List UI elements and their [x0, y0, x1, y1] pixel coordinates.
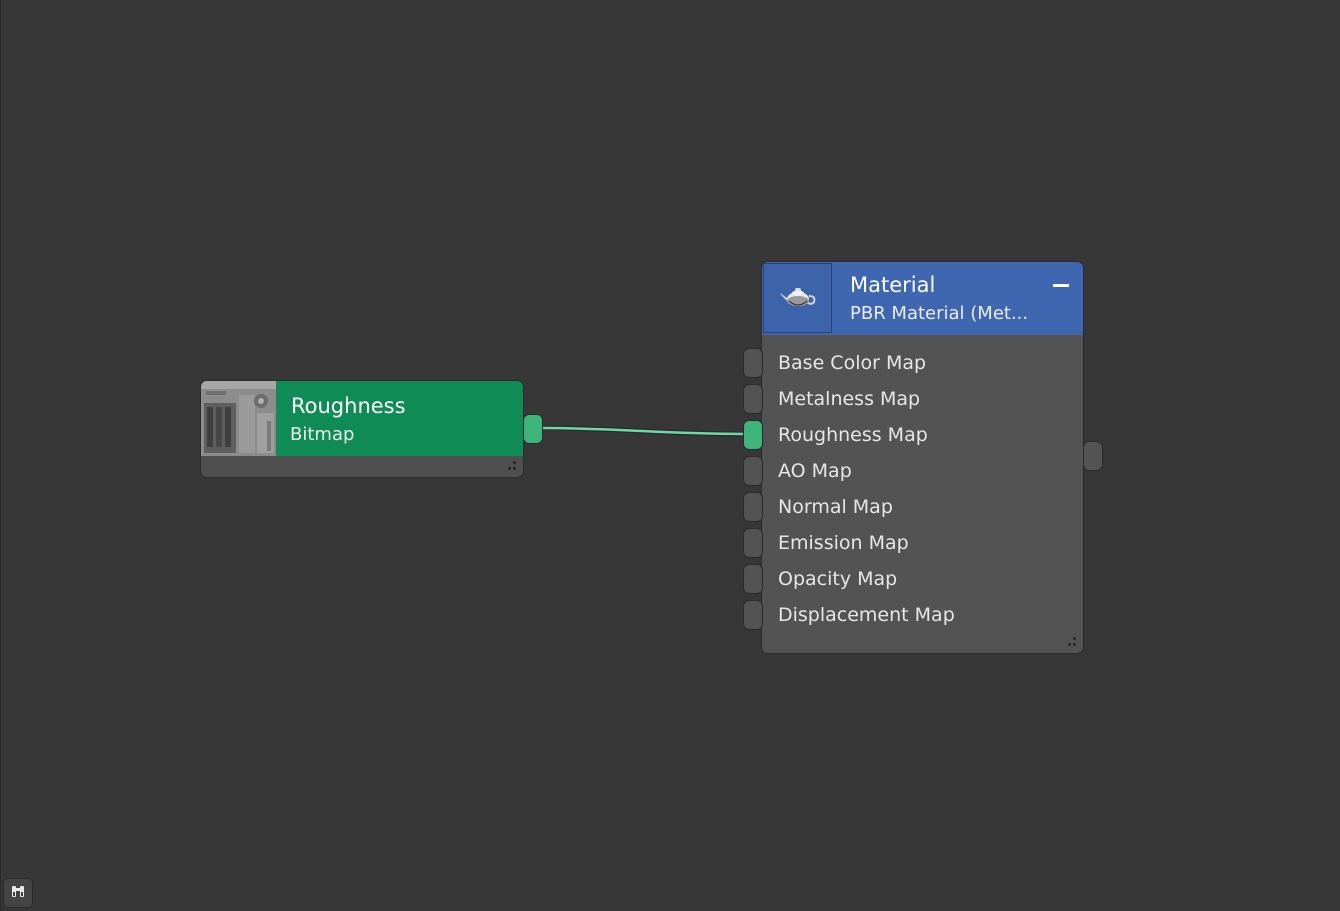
resize-grip-icon[interactable]	[1066, 637, 1078, 649]
bitmap-node-header[interactable]: Roughness Bitmap	[201, 381, 523, 456]
input-port-base-color-map[interactable]	[744, 349, 762, 377]
bitmap-node[interactable]: Roughness Bitmap	[201, 381, 523, 477]
input-port-emission-map[interactable]	[744, 529, 762, 557]
bitmap-output-port[interactable]	[524, 415, 542, 443]
slot-label-displacement-map: Displacement Map	[778, 604, 955, 626]
material-node-title: Material	[850, 273, 936, 297]
slot-label-roughness-map: Roughness Map	[778, 424, 928, 446]
input-port-metalness-map[interactable]	[744, 385, 762, 413]
slot-label-normal-map: Normal Map	[778, 496, 893, 518]
input-port-displacement-map[interactable]	[744, 601, 762, 629]
resize-grip-icon[interactable]	[506, 461, 518, 473]
input-port-opacity-map[interactable]	[744, 565, 762, 593]
bitmap-node-title: Roughness	[291, 394, 406, 418]
material-node-subtitle: PBR Material (Met...	[850, 303, 1029, 324]
input-port-ao-map[interactable]	[744, 457, 762, 485]
teapot-icon	[763, 263, 832, 333]
input-port-normal-map[interactable]	[744, 493, 762, 521]
canvas-border	[0, 0, 1, 911]
slot-label-metalness-map: Metalness Map	[778, 388, 921, 410]
texture-thumbnail	[201, 381, 276, 456]
binoculars-icon	[10, 883, 26, 904]
input-port-roughness-map[interactable]	[744, 421, 762, 449]
slot-label-ao-map: AO Map	[778, 460, 852, 482]
slot-label-opacity-map: Opacity Map	[778, 568, 898, 590]
minus-icon[interactable]	[1052, 282, 1070, 288]
bitmap-node-subtitle: Bitmap	[290, 424, 355, 445]
slot-label-emission-map: Emission Map	[778, 532, 909, 554]
slot-label-base-color-map: Base Color Map	[778, 352, 927, 374]
navigator-button[interactable]	[4, 879, 32, 907]
material-output-port[interactable]	[1084, 442, 1102, 470]
node-graph-canvas[interactable]: Roughness Bitmap Material PBR Material (…	[0, 0, 1340, 911]
material-node[interactable]: Material PBR Material (Met... Base Color…	[762, 262, 1083, 653]
material-node-header[interactable]: Material PBR Material (Met...	[762, 262, 1083, 335]
